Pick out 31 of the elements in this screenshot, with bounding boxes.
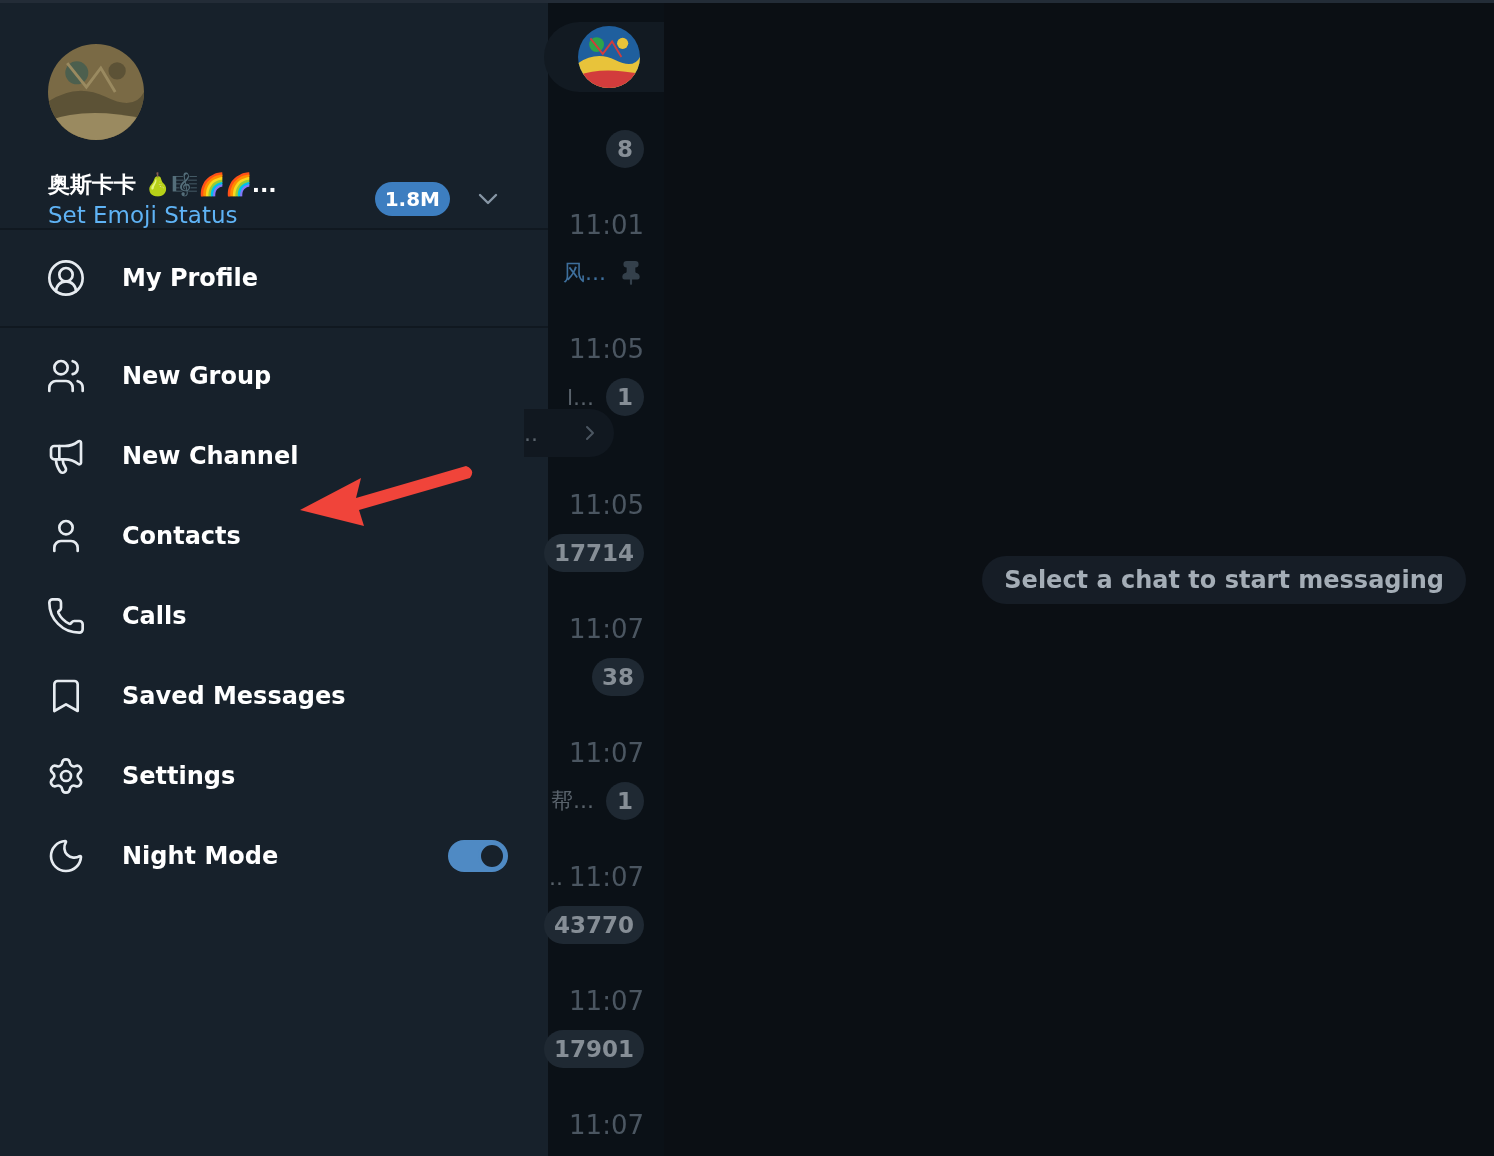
chat-time: 11:07 (569, 986, 644, 1016)
chat-snippet: 帮... (551, 787, 594, 815)
chat-snippet: 风... (563, 259, 606, 287)
menu-label: New Channel (122, 442, 300, 470)
chat-snippet: l... (566, 384, 594, 410)
menu-label: Calls (122, 602, 188, 630)
menu-label: Saved Messages (122, 682, 347, 710)
unread-count: 1 (606, 378, 644, 416)
menu-label: My Profile (122, 264, 260, 292)
chat-time: 11:01 (569, 210, 644, 240)
chat-time: 11:07 (569, 614, 644, 644)
menu-label: Settings (122, 762, 237, 790)
chat-time: 11:05 (569, 334, 644, 364)
menu-label: Contacts (122, 522, 242, 550)
unread-count: 43770 (543, 906, 644, 944)
chat-snippet: .. (524, 420, 538, 446)
chat-time: 11:05 (569, 490, 644, 520)
unread-count: 1 (606, 782, 644, 820)
unread-count: 17901 (543, 1030, 644, 1068)
chat-snippet: .. (549, 864, 564, 890)
unread-count: 38 (592, 658, 644, 696)
chat-time: 11:07 (569, 862, 644, 892)
user-name: 奥斯卡卡 🍐🎼🌈🌈... (48, 171, 278, 199)
menu-label: Night Mode (122, 842, 280, 870)
unread-count: 8 (606, 130, 644, 168)
menu-label: New Group (122, 362, 273, 390)
chat-time: 11:07 (569, 1110, 644, 1140)
empty-state-message: Select a chat to start messaging (982, 555, 1466, 604)
chat-time: 11:07 (569, 738, 644, 768)
unread-count: 17714 (543, 534, 644, 572)
balance-badge: 1.8M (374, 182, 450, 216)
